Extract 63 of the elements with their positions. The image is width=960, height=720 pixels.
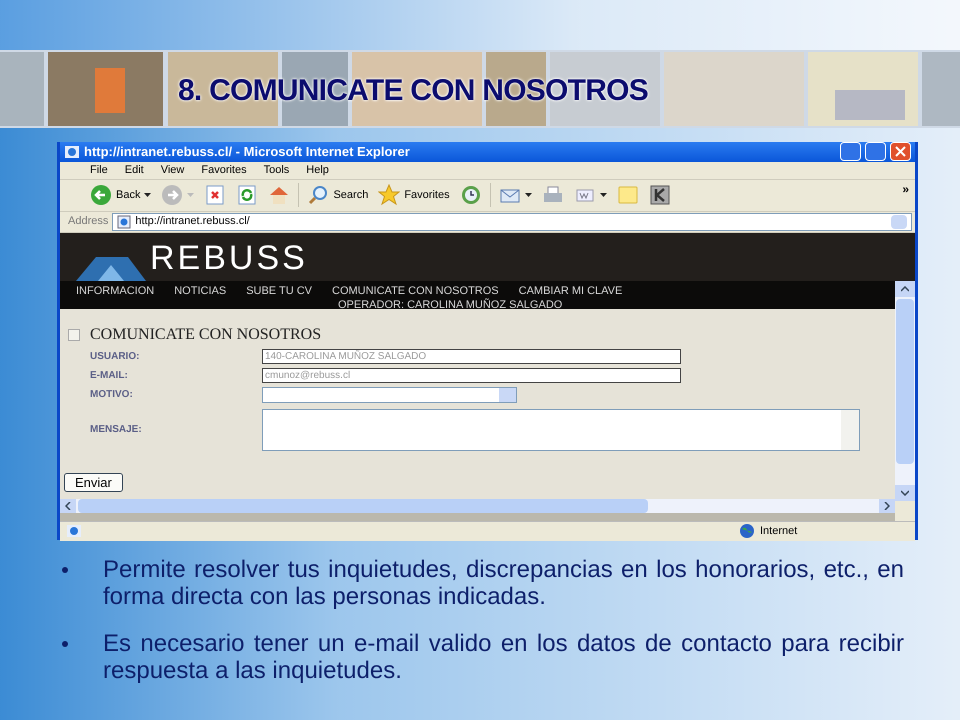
home-icon[interactable] — [268, 184, 290, 206]
nav-link[interactable]: SUBE TU CV — [246, 282, 312, 299]
select-field[interactable] — [262, 386, 517, 402]
bullet-icon — [62, 567, 68, 573]
caret-icon[interactable] — [600, 193, 607, 197]
message-field[interactable] — [262, 408, 860, 450]
scroll-right-button[interactable] — [879, 498, 895, 512]
caret-icon[interactable] — [524, 193, 532, 197]
close-button[interactable] — [890, 142, 911, 162]
menu-item[interactable]: View — [160, 162, 184, 178]
zone-text: Internet — [759, 524, 798, 539]
scroll-up-button[interactable] — [895, 280, 915, 296]
menu-item[interactable]: Tools — [264, 162, 290, 178]
checkbox[interactable] — [68, 328, 80, 340]
refresh-icon[interactable] — [236, 184, 258, 206]
address-field[interactable]: http://intranet.rebuss.cl/ — [112, 212, 912, 230]
nav-link[interactable]: COMUNICATE CON NOSOTROS — [332, 282, 499, 299]
slide-title: 8. COMUNICATE CON NOSOTROS — [178, 73, 648, 109]
bullet-text: Permite resolver tus inquietudes, discrepancias en los honorarios, etc., en forma directa con las personas indicadas. — [103, 556, 904, 610]
send-button[interactable]: Enviar — [64, 473, 123, 492]
window-title: http://intranet.rebuss.cl/ - Microsoft Internet Explorer — [84, 143, 411, 161]
page-icon — [117, 214, 132, 228]
search-icon — [307, 184, 330, 206]
bullet-icon — [62, 641, 68, 647]
bullet-text: Es necesario tener un e-mail valido en los datos de contacto para recibir respuesta a las inquietudes. — [103, 630, 904, 684]
menu-item[interactable]: Favorites — [201, 162, 247, 178]
more-button[interactable]: » — [902, 180, 909, 198]
menu-item[interactable]: Help — [306, 162, 329, 178]
logo-text: REBUSS — [150, 238, 308, 276]
k-icon[interactable] — [648, 184, 671, 206]
field-label: MOTIVO: — [90, 388, 134, 402]
menu-item[interactable]: Edit — [124, 162, 144, 178]
star-icon — [378, 184, 400, 206]
history-icon[interactable] — [460, 184, 482, 206]
form-title: COMUNICATE CON NOSOTROS — [90, 324, 322, 344]
field-label: E-MAIL: — [90, 368, 129, 382]
back-button[interactable]: Back — [88, 182, 154, 208]
close-icon — [895, 146, 906, 158]
field-label: MENSAJE: — [90, 423, 143, 437]
operator-text: OPERADOR: CAROLINA MUÑOZ SALGADO — [337, 299, 564, 311]
stop-icon[interactable] — [204, 184, 226, 206]
scroll-left-button[interactable] — [60, 498, 76, 512]
scrollbar-thumb[interactable] — [78, 498, 648, 512]
field-label: USUARIO: — [90, 350, 140, 364]
scrollbar-thumb[interactable] — [896, 298, 914, 464]
maximize-button[interactable] — [865, 142, 886, 162]
nav-link[interactable]: CAMBIAR MI CLAVE — [518, 282, 622, 299]
browser-icon — [64, 144, 80, 159]
favorites-button[interactable]: Favorites — [376, 182, 452, 208]
globe-icon — [739, 523, 755, 539]
menu-item[interactable]: File — [90, 162, 108, 178]
horizontal-scrollbar[interactable] — [60, 498, 895, 512]
search-button[interactable]: Search — [305, 182, 370, 208]
dropdown-button[interactable] — [499, 388, 516, 402]
caret-icon[interactable] — [144, 193, 152, 197]
scroll-down-button[interactable] — [895, 484, 915, 500]
nav-link[interactable]: INFORMACION — [76, 282, 154, 299]
page-icon — [66, 524, 82, 538]
address-label: Address — [68, 214, 108, 230]
vertical-scrollbar[interactable] — [895, 280, 915, 520]
minimize-button[interactable] — [840, 142, 861, 162]
nav-link[interactable]: NOTICIAS — [174, 282, 226, 299]
scrollbar[interactable] — [841, 410, 859, 450]
